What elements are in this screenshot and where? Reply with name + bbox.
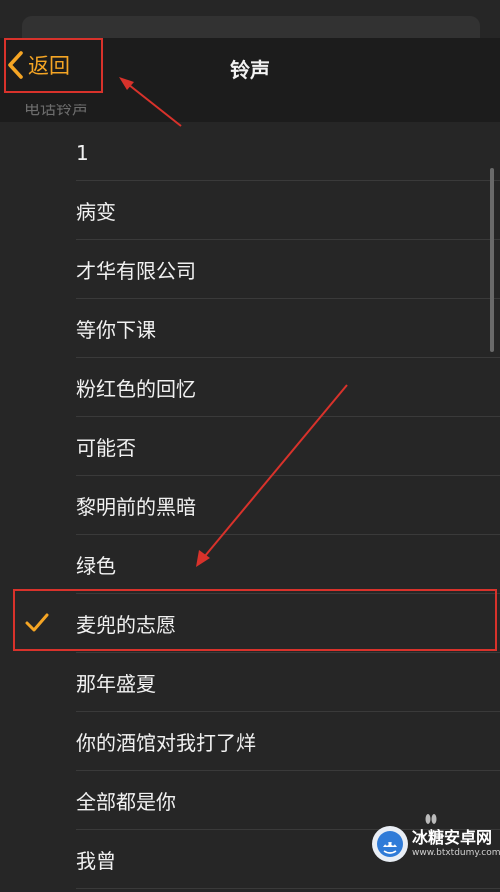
ringtone-label: 全部都是你	[76, 790, 176, 814]
ringtone-row[interactable]: 才华有限公司	[0, 240, 500, 299]
ringtone-label: 病变	[76, 200, 116, 224]
ringtone-label: 我曾	[76, 849, 116, 873]
ringtone-label: 1	[76, 141, 89, 165]
ringtone-label: 粉红色的回忆	[76, 377, 196, 401]
watermark: 冰糖安卓网 www.btxtdumy.com	[372, 823, 500, 865]
ringtone-label: 才华有限公司	[76, 259, 196, 283]
ringtone-label: 麦兜的志愿	[76, 613, 176, 637]
page-title: 铃声	[230, 57, 270, 82]
section-header: 电话铃声	[0, 104, 500, 122]
ringtone-label: 黎明前的黑暗	[76, 495, 196, 519]
ringtone-row[interactable]: 可能否	[0, 417, 500, 476]
ringtone-label: 绿色	[76, 554, 116, 578]
ringtone-label: 那年盛夏	[76, 672, 156, 696]
ringtone-row[interactable]: 绿色	[0, 535, 500, 594]
ringtone-row[interactable]: 黎明前的黑暗	[0, 476, 500, 535]
watermark-url: www.btxtdumy.com	[412, 848, 500, 858]
checkmark-icon	[24, 612, 50, 638]
ringtone-row[interactable]: 粉红色的回忆	[0, 358, 500, 417]
ringtone-row[interactable]: 你的酒馆对我打了烊	[0, 712, 500, 771]
ringtone-label: 等你下课	[76, 318, 156, 342]
ringtone-label: 你的酒馆对我打了烊	[76, 731, 256, 755]
ringtone-row[interactable]: 等你下课	[0, 299, 500, 358]
ringtone-row[interactable]: 1	[0, 122, 500, 181]
watermark-title: 冰糖安卓网	[412, 828, 493, 847]
ringtone-list: 1 病变才华有限公司 等你下课粉红色的回忆 可能否黎明前的黑暗 绿色麦兜的志愿那年盛夏你…	[0, 122, 500, 889]
scrollbar[interactable]	[490, 168, 494, 352]
ringtone-row[interactable]: 那年盛夏	[0, 653, 500, 712]
ringtone-label: 可能否	[76, 436, 136, 460]
ringtone-row[interactable]: 麦兜的志愿	[0, 594, 500, 653]
ringtone-row[interactable]: 病变	[0, 181, 500, 240]
section-header-label: 电话铃声	[24, 104, 89, 118]
watermark-logo-icon	[372, 826, 408, 862]
navigation-bar: 返回 铃声	[0, 38, 500, 104]
row-separator	[76, 888, 500, 889]
